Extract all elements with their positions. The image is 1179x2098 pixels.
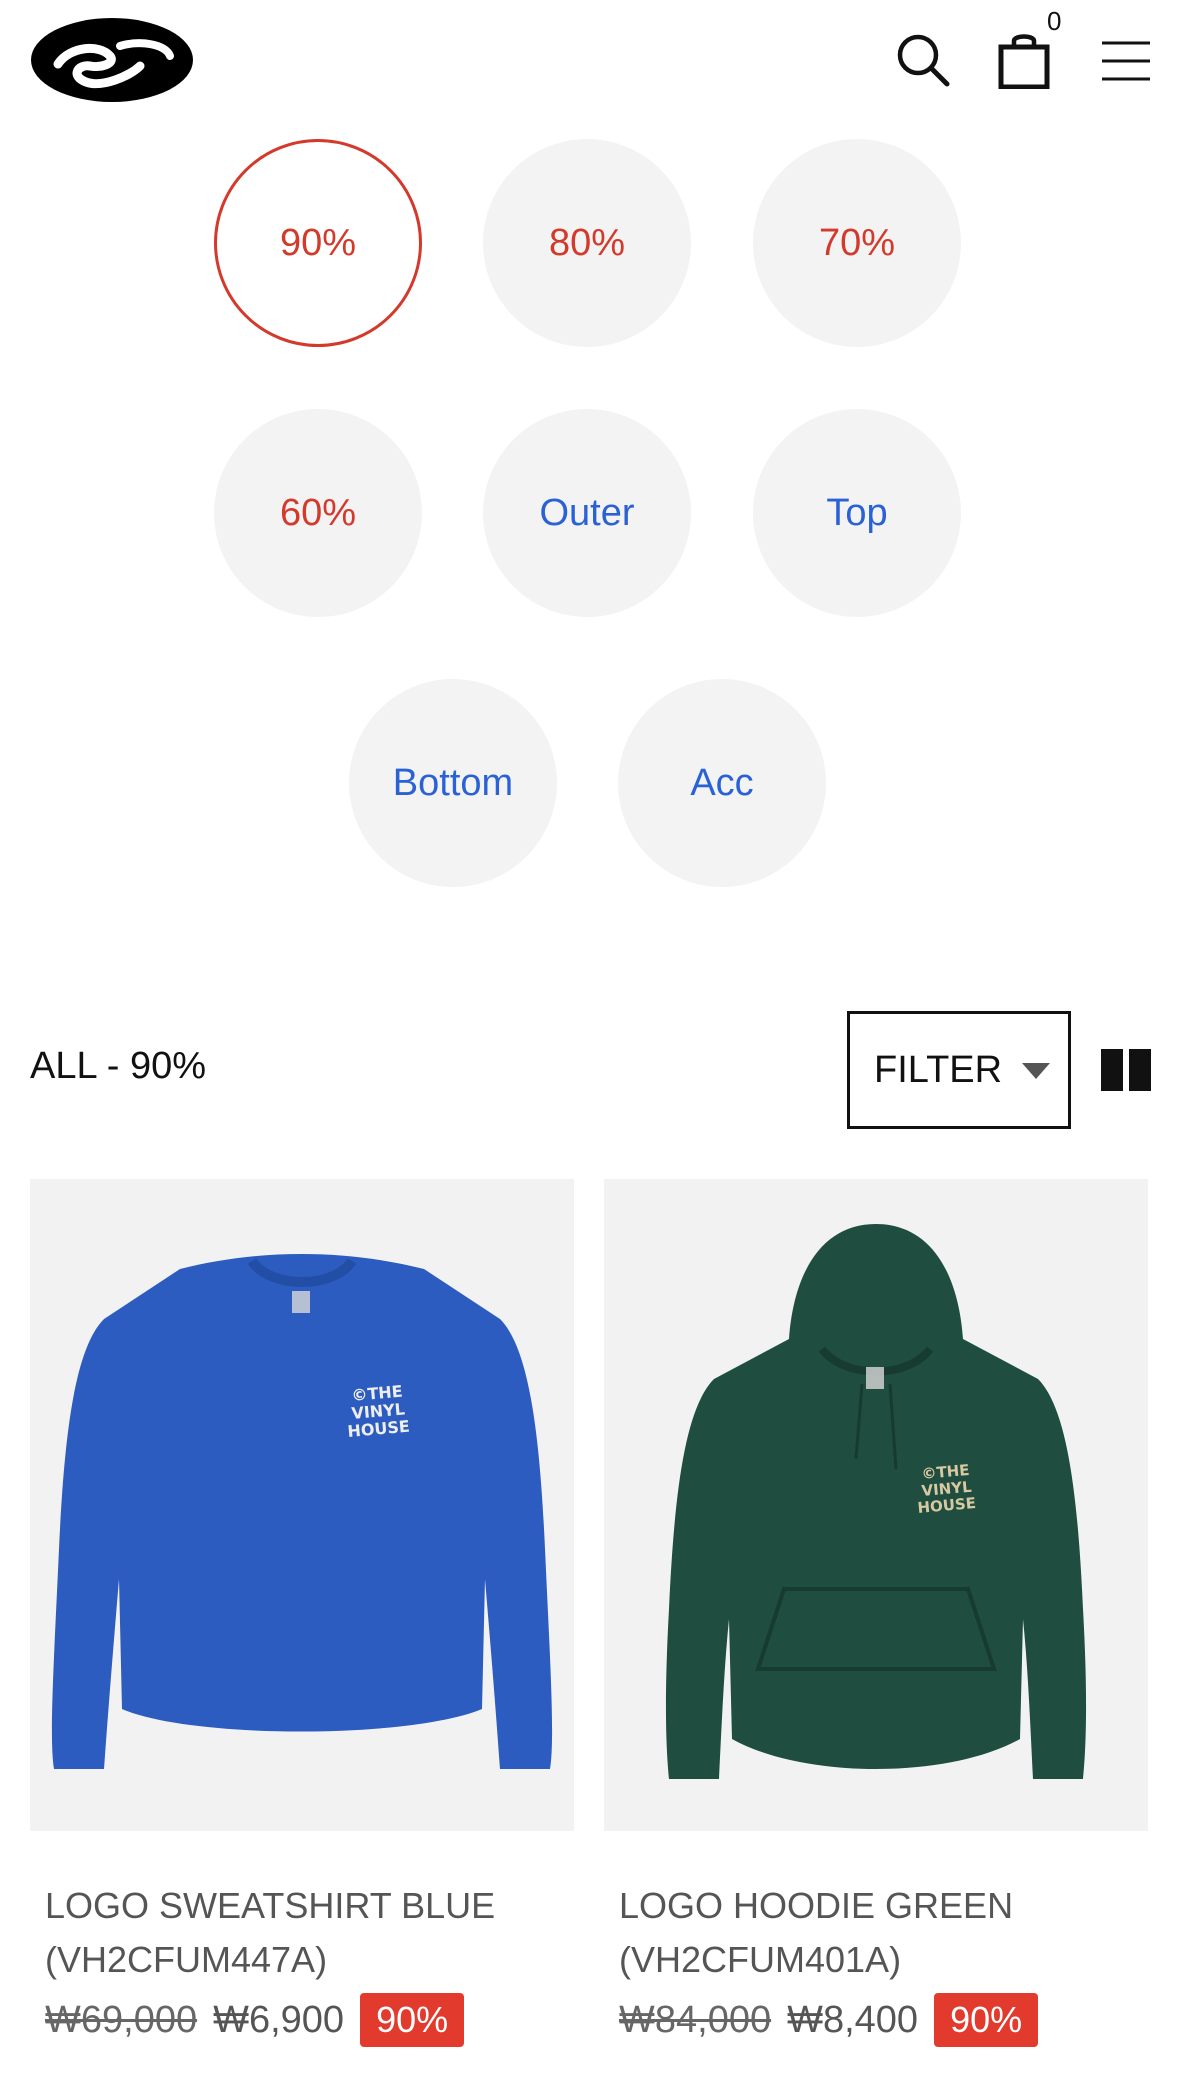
original-price: ₩69,000 bbox=[45, 1998, 198, 2041]
category-acc[interactable]: Acc bbox=[618, 679, 826, 887]
product-image[interactable]: ©THE VINYL HOUSE bbox=[30, 1179, 574, 1831]
shopping-bag-icon bbox=[998, 34, 1050, 89]
product-card[interactable]: ©THE VINYL HOUSE LOGO HOODIE GREEN (VH2C… bbox=[604, 1179, 1148, 2047]
grid-column-icon bbox=[1129, 1049, 1151, 1091]
category-80-percent[interactable]: 80% bbox=[483, 139, 691, 347]
grid-view-toggle[interactable] bbox=[1101, 1049, 1151, 1091]
discount-badge: 90% bbox=[360, 1993, 465, 2047]
category-label: 80% bbox=[548, 221, 626, 264]
product-card[interactable]: ©THE VINYL HOUSE LOGO SWEATSHIRT BLUE (V… bbox=[30, 1179, 574, 2047]
original-price: ₩84,000 bbox=[619, 1998, 772, 2041]
category-bottom[interactable]: Bottom bbox=[349, 679, 557, 887]
brand-logo-icon[interactable] bbox=[30, 16, 194, 104]
filter-dropdown-button[interactable]: FILTER bbox=[847, 1011, 1071, 1129]
discount-badge: 90% bbox=[934, 1993, 1039, 2047]
caret-down-icon bbox=[1022, 1063, 1051, 1079]
hamburger-menu-icon bbox=[1102, 41, 1150, 81]
product-name[interactable]: LOGO HOODIE GREEN (VH2CFUM401A) bbox=[619, 1879, 1139, 1987]
sale-price: ₩8,400 bbox=[787, 1998, 919, 2041]
search-icon bbox=[897, 34, 950, 87]
price-row: ₩84,000 ₩8,400 90% bbox=[619, 1993, 1148, 2047]
sale-price: ₩6,900 bbox=[213, 1998, 345, 2041]
category-label: Acc bbox=[690, 761, 754, 804]
grid-column-icon bbox=[1101, 1049, 1123, 1091]
cart-button[interactable] bbox=[994, 28, 1054, 92]
category-90-percent[interactable]: 90% bbox=[214, 139, 422, 347]
search-button[interactable] bbox=[893, 30, 953, 90]
category-label: 90% bbox=[279, 221, 357, 264]
category-70-percent[interactable]: 70% bbox=[753, 139, 961, 347]
category-label: 60% bbox=[279, 491, 357, 534]
category-label: Top bbox=[826, 491, 888, 534]
price-row: ₩69,000 ₩6,900 90% bbox=[45, 1993, 574, 2047]
category-label: Bottom bbox=[392, 761, 514, 804]
category-label: Outer bbox=[539, 491, 635, 534]
listing-title: ALL - 90% bbox=[30, 1045, 207, 1087]
product-image[interactable]: ©THE VINYL HOUSE bbox=[604, 1179, 1148, 1831]
filter-label: FILTER bbox=[874, 1048, 1003, 1091]
category-label: 70% bbox=[818, 221, 896, 264]
category-outer[interactable]: Outer bbox=[483, 409, 691, 617]
category-60-percent[interactable]: 60% bbox=[214, 409, 422, 617]
cart-count-badge: 0 bbox=[1047, 6, 1062, 36]
menu-button[interactable] bbox=[1098, 36, 1154, 86]
product-name[interactable]: LOGO SWEATSHIRT BLUE (VH2CFUM447A) bbox=[45, 1879, 565, 1987]
category-top[interactable]: Top bbox=[753, 409, 961, 617]
site-header: 0 bbox=[0, 0, 1179, 120]
sweatshirt-icon: ©THE VINYL HOUSE bbox=[51, 1254, 553, 1769]
hoodie-icon: ©THE VINYL HOUSE bbox=[665, 1224, 1087, 1779]
